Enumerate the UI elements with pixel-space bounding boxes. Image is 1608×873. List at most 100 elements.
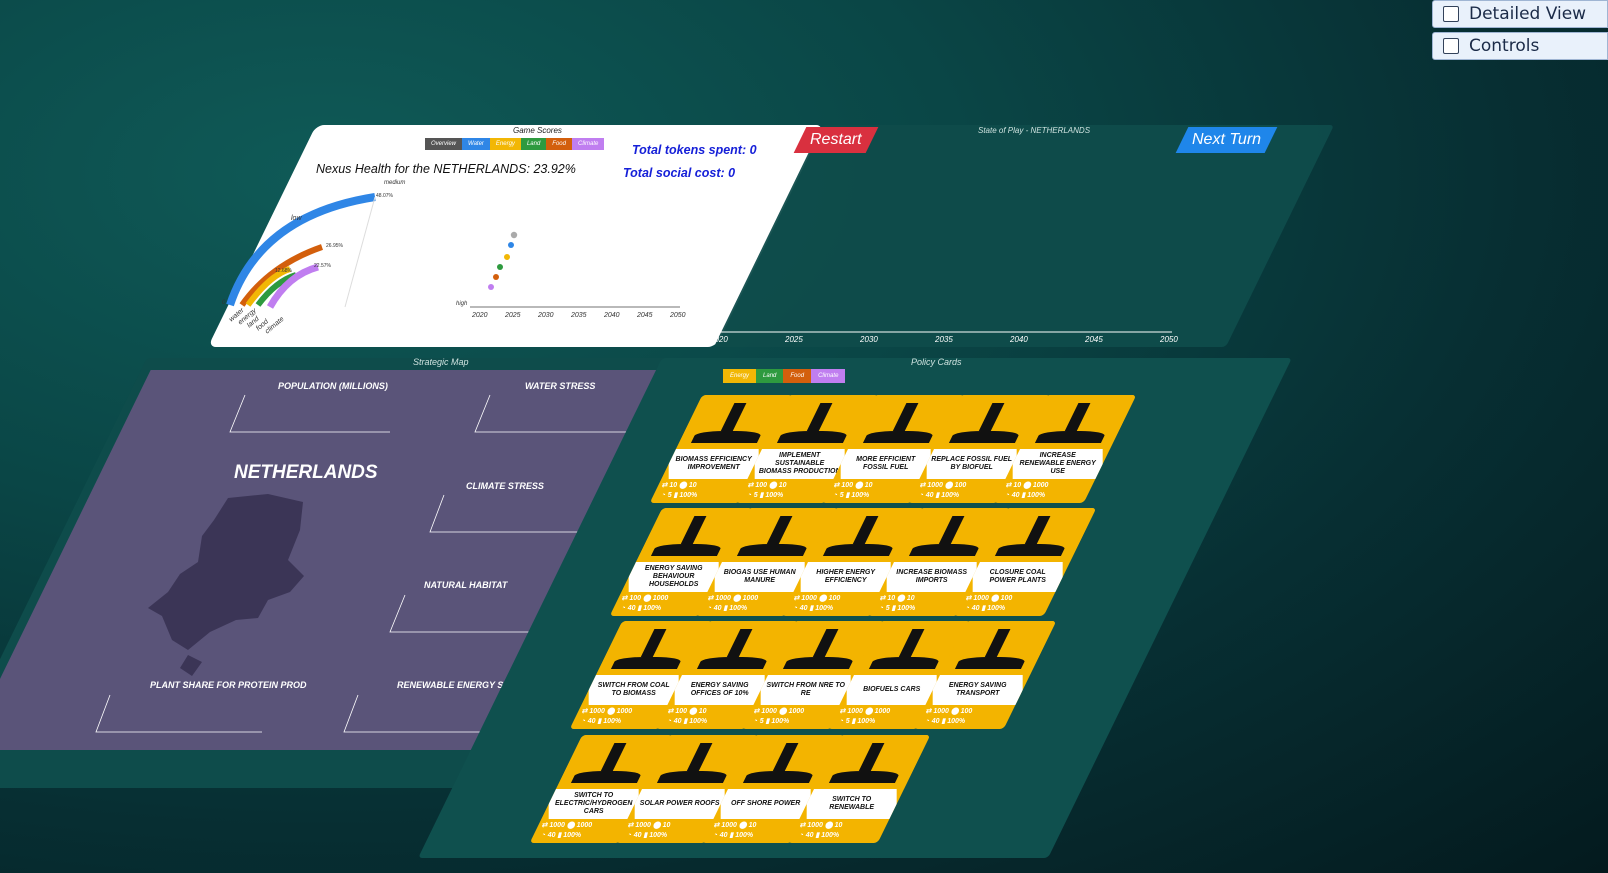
card-time-row: ◔ 40 ▮ 100% — [713, 832, 754, 839]
card-time-row: ◔ 40 ▮ 100% — [541, 832, 582, 839]
card-time-row: ◔ 5 ▮ 100% — [747, 492, 784, 499]
state-of-play-chart: 2020 2025 2030 2035 2040 2045 2050 — [709, 161, 1178, 344]
detailed-view-toggle[interactable]: Detailed View — [1432, 0, 1608, 28]
card-stats: ⇄ 1000 ⬤ 10 ◔ 40 ▮ 100% — [628, 821, 708, 841]
nexus-health: Nexus Health for the NETHERLANDS: 23.92% — [316, 162, 576, 176]
card-time-row: ◔ 5 ▮ 100% — [753, 718, 790, 725]
legend-water[interactable]: Water — [462, 138, 490, 150]
card-stats: ⇄ 1000 ⬤ 1000 ◔ 40 ▮ 100% — [708, 594, 788, 614]
card-stats: ⇄ 1000 ⬤ 10 ◔ 40 ▮ 100% — [714, 821, 794, 841]
dot-overview — [510, 231, 518, 239]
card-cost-row: ⇄ 1000 ⬤ 100 — [793, 595, 841, 602]
controls-checkbox[interactable] — [1443, 38, 1459, 54]
card-title: INCREASE BIOMASS IMPORTS — [886, 562, 977, 592]
card-stats: ⇄ 10 ⬤ 10 ◔ 5 ▮ 100% — [880, 594, 960, 614]
card-stats: ⇄ 10 ⬤ 1000 ◔ 40 ▮ 100% — [1006, 481, 1086, 501]
country-name: NETHERLANDS — [234, 462, 378, 483]
legend-overview[interactable]: Overview — [425, 138, 463, 150]
legend-climate[interactable]: Climate — [571, 138, 605, 150]
tab-food[interactable]: Food — [783, 369, 812, 383]
score-year-2025: 2025 — [504, 312, 521, 319]
card-cost-row: ⇄ 100 ⬤ 10 — [667, 708, 707, 715]
card-title: INCREASE RENEWABLE ENERGY USE — [1012, 449, 1103, 479]
game-scores-title: Game Scores — [513, 126, 562, 135]
dot-energy — [504, 254, 510, 260]
card-stats: ⇄ 100 ⬤ 10 ◔ 5 ▮ 100% — [748, 481, 828, 501]
dot-water — [508, 242, 514, 248]
card-stats: ⇄ 100 ⬤ 1000 ◔ 40 ▮ 100% — [622, 594, 702, 614]
netherlands-map — [148, 494, 304, 676]
play-year-2050: 2050 — [1159, 335, 1178, 344]
card-title: CLOSURE COAL POWER PLANTS — [972, 562, 1063, 592]
card-stats: ⇄ 100 ⬤ 10 ◔ 5 ▮ 100% — [834, 481, 914, 501]
card-cost-row: ⇄ 1000 ⬤ 1000 — [753, 708, 805, 715]
score-year-2040: 2040 — [603, 312, 620, 319]
card-time-row: ◔ 5 ▮ 100% — [839, 718, 876, 725]
card-title: REPLACE FOSSIL FUEL BY BIOFUEL — [926, 449, 1017, 479]
card-title: BIOFUELS CARS — [846, 675, 937, 705]
card-cost-row: ⇄ 1000 ⬤ 100 — [919, 482, 967, 489]
score-year-2020: 2020 — [471, 312, 488, 319]
score-legend[interactable]: Overview Water Energy Land Food Climate — [425, 138, 605, 150]
card-cost-row: ⇄ 1000 ⬤ 1000 — [581, 708, 633, 715]
arc-value-energy: 12.68% — [275, 268, 292, 274]
score-year-2045: 2045 — [636, 312, 653, 319]
arc-label-medium: medium — [384, 180, 406, 186]
card-time-row: ◔ 40 ▮ 100% — [919, 492, 960, 499]
card-title: MORE EFFICIENT FOSSIL FUEL — [840, 449, 931, 479]
card-cost-row: ⇄ 1000 ⬤ 1000 — [541, 822, 593, 829]
card-title: SWITCH FROM COAL TO BIOMASS — [588, 675, 679, 705]
card-time-row: ◔ 5 ▮ 100% — [879, 605, 916, 612]
card-cost-row: ⇄ 10 ⬤ 1000 — [1005, 482, 1049, 489]
detailed-view-checkbox[interactable] — [1443, 6, 1459, 22]
card-time-row: ◔ 40 ▮ 100% — [793, 605, 834, 612]
card-title: HIGHER ENERGY EFFICIENCY — [800, 562, 891, 592]
policy-cards-title: Policy Cards — [911, 357, 962, 367]
arc-label-zero: 0 — [222, 300, 226, 306]
card-cost-row: ⇄ 1000 ⬤ 10 — [799, 822, 843, 829]
tab-land[interactable]: Land — [756, 369, 784, 383]
restart-label: Restart — [810, 131, 862, 148]
card-title: ENERGY SAVING OFFICES OF 10% — [674, 675, 765, 705]
policy-tabs[interactable]: Energy Land Food Climate — [723, 369, 846, 383]
stat-natural-habitat: NATURAL HABITAT — [424, 580, 508, 590]
card-stats: ⇄ 1000 ⬤ 1000 ◔ 5 ▮ 100% — [840, 707, 920, 727]
legend-food[interactable]: Food — [546, 138, 572, 150]
controls-label: Controls — [1469, 36, 1540, 56]
card-time-row: ◔ 40 ▮ 100% — [799, 832, 840, 839]
card-time-row: ◔ 40 ▮ 100% — [581, 718, 622, 725]
card-cost-row: ⇄ 100 ⬤ 1000 — [621, 595, 669, 602]
card-title: SWITCH TO RENEWABLE — [806, 789, 897, 819]
card-title: SWITCH FROM NRE TO RE — [760, 675, 851, 705]
card-stats: ⇄ 1000 ⬤ 1000 ◔ 40 ▮ 100% — [542, 821, 622, 841]
card-title: ENERGY SAVING TRANSPORT — [932, 675, 1023, 705]
dot-climate — [488, 284, 494, 290]
controls-toggle[interactable]: Controls — [1432, 32, 1608, 60]
card-cost-row: ⇄ 10 ⬤ 10 — [661, 482, 697, 489]
legend-energy[interactable]: Energy — [489, 138, 521, 150]
tab-climate[interactable]: Climate — [811, 369, 846, 383]
arc-label-low: low — [291, 215, 302, 222]
card-cost-row: ⇄ 100 ⬤ 10 — [833, 482, 873, 489]
play-year-2035: 2035 — [934, 335, 953, 344]
card-time-row: ◔ 40 ▮ 100% — [707, 605, 748, 612]
tab-energy[interactable]: Energy — [723, 369, 757, 383]
card-cost-row: ⇄ 1000 ⬤ 1000 — [839, 708, 891, 715]
card-stats: ⇄ 1000 ⬤ 100 ◔ 40 ▮ 100% — [920, 481, 1000, 501]
next-turn-label: Next Turn — [1192, 131, 1262, 148]
state-of-play-title: State of Play - NETHERLANDS — [978, 126, 1091, 135]
legend-land[interactable]: Land — [520, 138, 547, 150]
play-year-2020: 2020 — [709, 335, 728, 344]
arc-value-climate: 22.57% — [314, 263, 331, 269]
stat-water-stress: WATER STRESS — [525, 381, 596, 391]
play-year-2025: 2025 — [784, 335, 803, 344]
card-title: BIOMASS EFFICIENCY IMPROVEMENT — [668, 449, 759, 479]
play-year-2045: 2045 — [1084, 335, 1103, 344]
card-stats: ⇄ 10 ⬤ 10 ◔ 5 ▮ 100% — [662, 481, 742, 501]
card-time-row: ◔ 40 ▮ 100% — [965, 605, 1006, 612]
strategic-map-title: Strategic Map — [413, 357, 469, 367]
card-cost-row: ⇄ 100 ⬤ 10 — [747, 482, 787, 489]
card-stats: ⇄ 1000 ⬤ 10 ◔ 40 ▮ 100% — [800, 821, 880, 841]
card-stats: ⇄ 1000 ⬤ 100 ◔ 40 ▮ 100% — [926, 707, 1006, 727]
card-time-row: ◔ 40 ▮ 100% — [667, 718, 708, 725]
